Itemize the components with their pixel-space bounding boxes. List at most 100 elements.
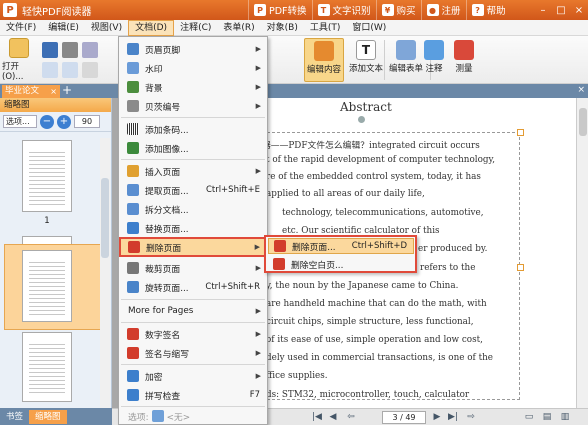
tab-bookmarks[interactable]: 书签: [0, 410, 29, 424]
maximize-icon[interactable]: □: [552, 0, 570, 20]
menu-item-delete-page[interactable]: 删除页面 ▶: [119, 237, 267, 257]
undo-icon[interactable]: [62, 62, 78, 78]
open-button[interactable]: 打开(O)...: [2, 38, 36, 82]
rotate-handle[interactable]: [358, 116, 365, 123]
register-button[interactable]: ● 注册: [420, 0, 466, 20]
menu-comment[interactable]: 注释(C): [174, 20, 217, 36]
email-icon[interactable]: [82, 42, 98, 58]
menu-item-add-barcode[interactable]: 添加条码...: [120, 120, 266, 138]
thumbnail-scroll-thumb[interactable]: [101, 178, 109, 258]
tab-close-icon[interactable]: ×: [50, 85, 57, 98]
tab-document-label: 毕业论文: [5, 86, 40, 96]
menu-tools[interactable]: 工具(T): [304, 20, 347, 36]
continuous-page-icon[interactable]: ▤: [540, 411, 554, 424]
submenu-arrow-icon: ▶: [255, 372, 261, 380]
submenu-arrow-icon: ▶: [255, 167, 261, 175]
buy-button[interactable]: ¥ 购买: [375, 0, 421, 20]
menu-item-add-image[interactable]: 添加图像...: [120, 139, 266, 157]
menu-item-shortcut: F7: [249, 390, 260, 400]
prev-page-icon[interactable]: ◀: [326, 411, 340, 424]
edit-form-button[interactable]: 编辑表单: [386, 40, 426, 74]
last-page-icon[interactable]: ▶|: [446, 411, 460, 424]
page-thumbnail-selected[interactable]: [22, 250, 72, 322]
submenu-item-delete-pages[interactable]: 删除页面... Ctrl+Shift+D: [268, 238, 414, 254]
properties-icon[interactable]: [42, 62, 58, 78]
submenu-item-delete-blank[interactable]: 删除空白页...: [268, 256, 414, 272]
ocr-button[interactable]: T 文字识别: [311, 0, 376, 20]
minimize-icon[interactable]: –: [534, 0, 552, 20]
resize-handle[interactable]: [517, 129, 524, 136]
pdf-convert-button[interactable]: P PDF转换: [248, 0, 312, 20]
document-line: applied to all areas of our daily life,: [266, 189, 425, 199]
menu-item-label: 签名与缩写: [145, 349, 189, 360]
menu-item-crop-page[interactable]: 裁剪页面 ▶: [120, 259, 266, 277]
close-all-icon[interactable]: ×: [577, 84, 585, 97]
signature-icon: [127, 347, 139, 359]
document-line: er produced by.: [418, 244, 488, 254]
document-line: y, the noun by the Japanese came to Chin…: [266, 281, 459, 291]
thumbnail-zoom-field[interactable]: 90: [74, 115, 100, 128]
menu-item-encrypt[interactable]: 加密 ▶: [120, 367, 266, 385]
menu-item-split-doc[interactable]: 拆分文档...: [120, 200, 266, 218]
add-text-label: 添加文本: [348, 64, 383, 74]
zoom-out-icon[interactable]: −: [40, 114, 54, 129]
document-tab-bar: 毕业论文 × + ×: [0, 84, 588, 98]
first-page-icon[interactable]: |◀: [310, 411, 324, 424]
page-thumbnail[interactable]: [22, 332, 72, 402]
annotation-button[interactable]: 注释: [422, 40, 446, 74]
next-page-icon[interactable]: ▶: [430, 411, 444, 424]
menu-document[interactable]: 文档(D): [128, 19, 175, 36]
menu-item-more-for-pages[interactable]: More for Pages ▶: [120, 302, 266, 320]
save-icon[interactable]: [42, 42, 58, 58]
menu-item-shortcut: Ctrl+Shift+R: [205, 282, 260, 292]
menu-form[interactable]: 表单(R): [217, 20, 260, 36]
zoom-in-icon[interactable]: +: [57, 114, 71, 129]
add-tab-icon[interactable]: +: [62, 84, 72, 97]
page-number-field[interactable]: 3 / 49: [382, 411, 426, 424]
submenu-arrow-icon: ▶: [255, 102, 261, 110]
print-icon[interactable]: [62, 42, 78, 58]
menu-item-spell-check[interactable]: 拼写检查 F7: [120, 386, 266, 404]
menu-item-signature[interactable]: 签名与缩写 ▶: [120, 344, 266, 362]
add-text-button[interactable]: T 添加文本: [346, 40, 386, 74]
facing-page-icon[interactable]: ▥: [558, 411, 572, 424]
ocr-icon: T: [317, 4, 330, 16]
tab-document[interactable]: 毕业论文 ×: [2, 85, 60, 98]
menu-window[interactable]: 窗口(W): [346, 20, 392, 36]
menu-item-digital-signature[interactable]: 数字签名 ▶: [120, 325, 266, 343]
menu-item-extract-page[interactable]: 提取页面... Ctrl+Shift+E: [120, 181, 266, 199]
thumbnail-options-select[interactable]: 选项...: [3, 115, 37, 128]
menu-item-header-footer[interactable]: 页眉页脚 ▶: [120, 40, 266, 58]
edit-content-button[interactable]: 编辑内容: [304, 38, 344, 82]
menu-file[interactable]: 文件(F): [0, 20, 42, 36]
thumbnail-content: [29, 341, 65, 395]
document-line: technology, telecommunications, automoti…: [282, 208, 484, 218]
menu-object[interactable]: 对象(B): [261, 20, 304, 36]
menu-item-watermark[interactable]: 水印 ▶: [120, 59, 266, 77]
menu-item-bates[interactable]: 贝茨编号 ▶: [120, 97, 266, 115]
options-icon: [151, 410, 164, 422]
menu-item-background[interactable]: 背景 ▶: [120, 78, 266, 96]
title-actions: P PDF转换 T 文字识别 ¥ 购买 ● 注册 ? 帮助: [248, 0, 511, 20]
tab-thumbnails[interactable]: 缩略图: [29, 410, 67, 424]
thumbnail-scrollbar[interactable]: [100, 138, 110, 408]
menu-item-replace-page[interactable]: 替换页面...: [120, 219, 266, 237]
menu-item-insert-page[interactable]: 插入页面 ▶: [120, 162, 266, 180]
measure-button[interactable]: 测量: [452, 40, 476, 74]
header-footer-icon: [127, 43, 139, 55]
page-thumbnail[interactable]: [22, 140, 72, 212]
single-page-icon[interactable]: ▭: [522, 411, 536, 424]
document-scrollbar[interactable]: [576, 98, 588, 408]
document-scroll-thumb[interactable]: [579, 108, 587, 136]
forward-icon[interactable]: ⇨: [464, 411, 478, 424]
menu-view[interactable]: 视图(V): [85, 20, 128, 36]
pdf-convert-label: PDF转换: [269, 6, 307, 17]
menu-item-rotate-page[interactable]: 旋转页面... Ctrl+Shift+R: [120, 278, 266, 296]
redo-icon[interactable]: [82, 62, 98, 78]
submenu-arrow-icon: ▶: [255, 307, 261, 315]
menu-edit[interactable]: 编辑(E): [42, 20, 85, 36]
close-icon[interactable]: ×: [570, 0, 588, 20]
menu-item-value: <无>: [166, 412, 191, 423]
back-icon[interactable]: ⇦: [344, 411, 358, 424]
help-button[interactable]: ? 帮助: [465, 0, 511, 20]
